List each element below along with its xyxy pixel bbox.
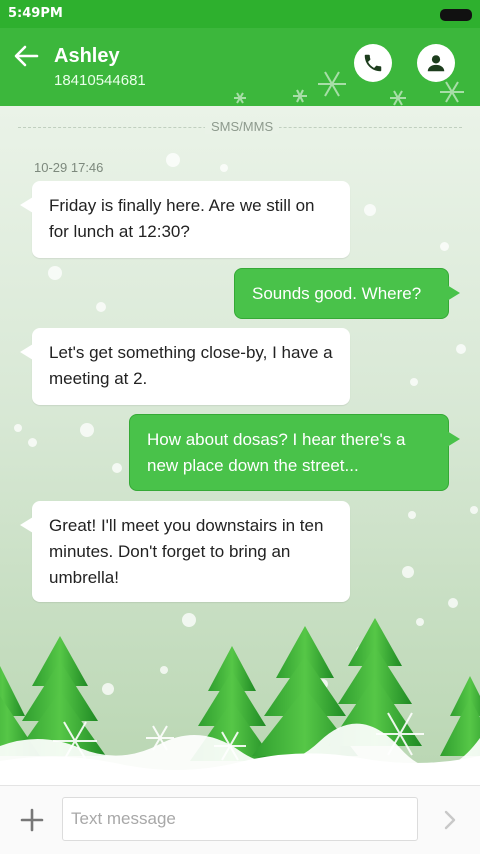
conversation-header: Ashley 18410544681 xyxy=(0,28,480,106)
snowflake-dot xyxy=(456,344,466,354)
christmas-tree-scene xyxy=(0,618,480,785)
message-bubble-incoming[interactable]: Let's get something close-by, I have a m… xyxy=(20,328,350,405)
snowflake-dot xyxy=(402,566,414,578)
snowflake-dot xyxy=(112,463,122,473)
person-icon xyxy=(427,55,445,72)
battery-icon xyxy=(440,9,472,21)
snowflake-dot xyxy=(96,302,106,312)
channel-label: SMS/MMS xyxy=(205,119,280,134)
composer-bar xyxy=(0,785,480,854)
message-input[interactable] xyxy=(62,797,418,841)
snowflake-dot xyxy=(440,242,449,251)
call-button[interactable] xyxy=(354,44,392,82)
message-timestamp: 10-29 17:46 xyxy=(34,160,104,175)
contact-number: 18410544681 xyxy=(54,72,146,89)
message-bubble-outgoing[interactable]: Sounds good. Where? xyxy=(234,268,460,319)
snowflake-dot xyxy=(470,506,478,514)
add-attachment-icon[interactable] xyxy=(18,806,46,834)
back-arrow-icon[interactable] xyxy=(12,42,40,70)
contact-name: Ashley xyxy=(54,45,120,67)
message-bubble-outgoing[interactable]: How about dosas? I hear there's a new pl… xyxy=(129,414,460,491)
contact-info-button[interactable] xyxy=(417,44,455,82)
message-bubble-incoming[interactable]: Great! I'll meet you downstairs in ten m… xyxy=(20,501,350,602)
message-thread[interactable]: SMS/MMS 10-29 17:46 Friday is finally he… xyxy=(0,106,480,785)
status-time: 5:49PM xyxy=(8,6,63,21)
snowflake-dot xyxy=(14,424,22,432)
snowflake-dot xyxy=(364,204,376,216)
send-icon[interactable] xyxy=(438,808,462,832)
snowflake-dot xyxy=(220,164,228,172)
snowflake-dot xyxy=(80,423,94,437)
snowflake-dot xyxy=(410,378,418,386)
snowflake-dot xyxy=(166,153,180,167)
message-bubble-incoming[interactable]: Friday is finally here. Are we still on … xyxy=(20,181,350,258)
snowflake-dot xyxy=(28,438,37,447)
status-bar: 5:49PM xyxy=(0,0,480,28)
snowflake-dot xyxy=(408,511,416,519)
snowflake-dot xyxy=(48,266,62,280)
phone-icon xyxy=(364,54,382,72)
